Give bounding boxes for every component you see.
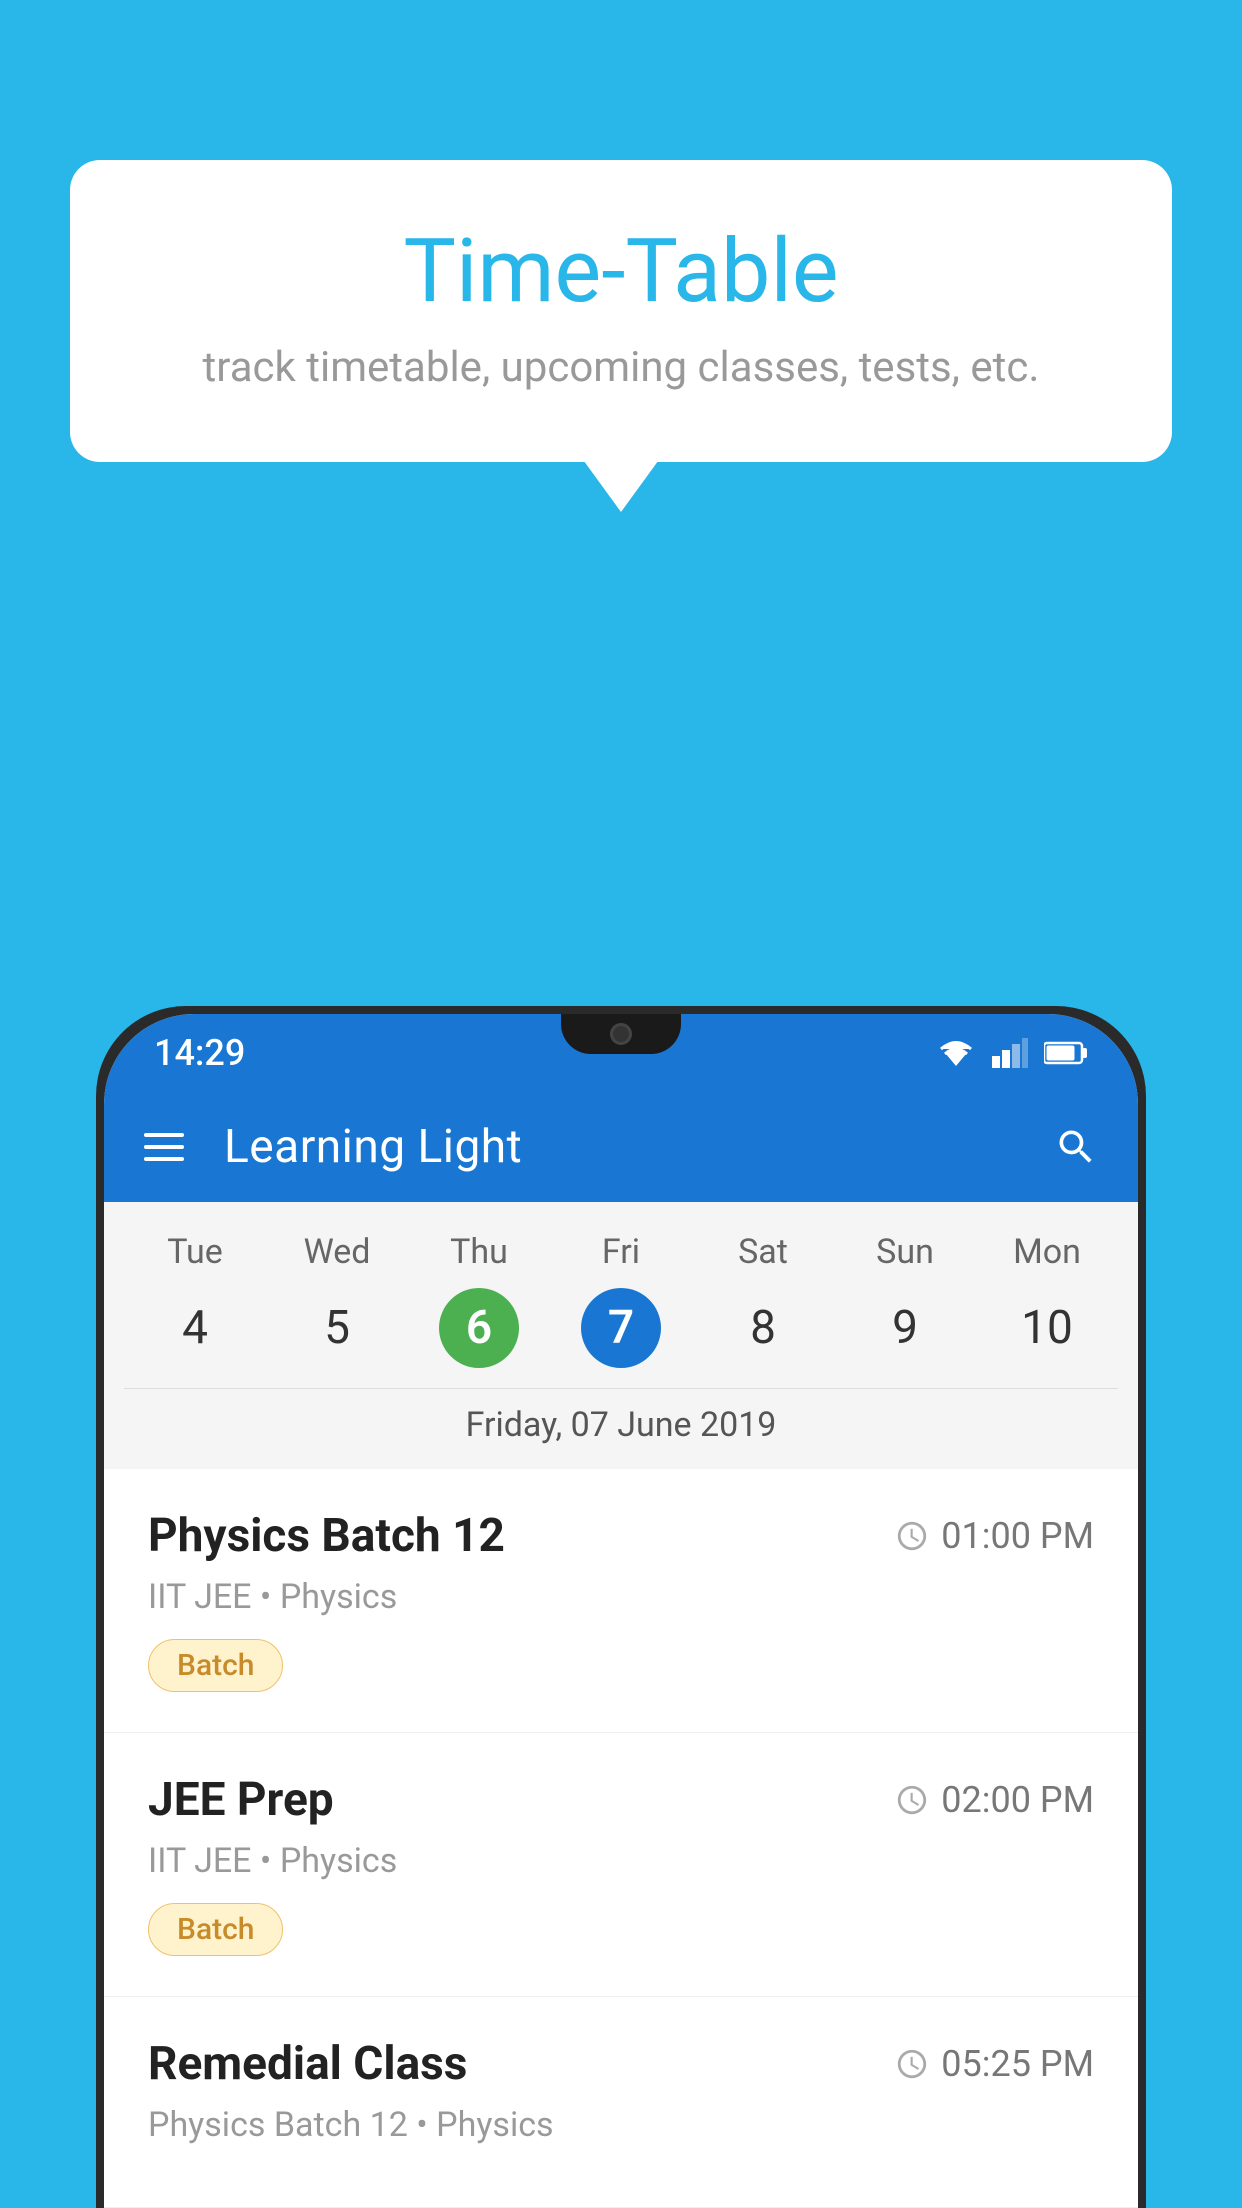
clock-icon-3	[895, 2047, 929, 2081]
clock-icon-2	[895, 1783, 929, 1817]
day-10[interactable]: 10	[1007, 1288, 1087, 1368]
schedule-item-3-time: 05:25 PM	[895, 2043, 1094, 2085]
day-6-today[interactable]: 6	[439, 1288, 519, 1368]
day-5[interactable]: 5	[297, 1288, 377, 1368]
schedule-item-1-header: Physics Batch 12 01:00 PM	[148, 1509, 1094, 1563]
day-7-selected[interactable]: 7	[581, 1288, 661, 1368]
phone-border: 14:29	[96, 1006, 1146, 2208]
phone-mockup: 14:29	[96, 1006, 1146, 2208]
status-bar: 14:29	[104, 1014, 1138, 1092]
day-4[interactable]: 4	[155, 1288, 235, 1368]
day-8[interactable]: 8	[723, 1288, 803, 1368]
hamburger-menu-icon[interactable]	[144, 1133, 184, 1161]
batch-badge-1: Batch	[148, 1639, 283, 1692]
phone-body: 14:29	[104, 1014, 1138, 2208]
schedule-item-2-time: 02:00 PM	[895, 1779, 1094, 1821]
day-header-wed: Wed	[266, 1232, 408, 1272]
hero-card: Time-Table track timetable, upcoming cla…	[70, 160, 1172, 462]
selected-date-label: Friday, 07 June 2019	[124, 1388, 1118, 1469]
schedule-item-1[interactable]: Physics Batch 12 01:00 PM IIT JEE • Phys…	[104, 1469, 1138, 1733]
day-header-sat: Sat	[692, 1232, 834, 1272]
schedule-item-3[interactable]: Remedial Class 05:25 PM Physics Batch 12…	[104, 1997, 1138, 2208]
schedule-item-2-header: JEE Prep 02:00 PM	[148, 1773, 1094, 1827]
status-time: 14:29	[154, 1032, 245, 1074]
wifi-icon	[936, 1038, 976, 1068]
schedule-item-3-header: Remedial Class 05:25 PM	[148, 2037, 1094, 2091]
schedule-item-1-title: Physics Batch 12	[148, 1509, 505, 1563]
schedule-item-1-time: 01:00 PM	[895, 1515, 1094, 1557]
battery-icon	[1044, 1039, 1088, 1067]
schedule-list: Physics Batch 12 01:00 PM IIT JEE • Phys…	[104, 1469, 1138, 2208]
day-headers: Tue Wed Thu Fri Sat Sun Mon	[124, 1232, 1118, 1272]
clock-icon-1	[895, 1519, 929, 1553]
phone-screen: 14:29	[104, 1014, 1138, 2208]
day-header-sun: Sun	[834, 1232, 976, 1272]
hero-title: Time-Table	[150, 220, 1092, 323]
schedule-item-2-title: JEE Prep	[148, 1773, 334, 1827]
schedule-item-3-title: Remedial Class	[148, 2037, 467, 2091]
search-icon[interactable]	[1054, 1125, 1098, 1169]
status-icons	[936, 1038, 1088, 1068]
day-header-fri: Fri	[550, 1232, 692, 1272]
calendar-strip: Tue Wed Thu Fri Sat Sun Mon 4 5 6 7 8	[104, 1202, 1138, 1469]
camera	[610, 1023, 632, 1045]
day-header-thu: Thu	[408, 1232, 550, 1272]
app-bar-title: Learning Light	[224, 1120, 1014, 1174]
day-9[interactable]: 9	[865, 1288, 945, 1368]
batch-badge-2: Batch	[148, 1903, 283, 1956]
day-header-tue: Tue	[124, 1232, 266, 1272]
signal-icon	[992, 1038, 1028, 1068]
schedule-item-2[interactable]: JEE Prep 02:00 PM IIT JEE • Physics Batc…	[104, 1733, 1138, 1997]
schedule-item-2-subtitle: IIT JEE • Physics	[148, 1841, 1094, 1881]
app-bar: Learning Light	[104, 1092, 1138, 1202]
day-header-mon: Mon	[976, 1232, 1118, 1272]
hero-subtitle: track timetable, upcoming classes, tests…	[150, 343, 1092, 392]
day-numbers: 4 5 6 7 8 9 10	[124, 1288, 1118, 1368]
schedule-item-3-subtitle: Physics Batch 12 • Physics	[148, 2105, 1094, 2145]
notch	[561, 1014, 681, 1054]
schedule-item-1-subtitle: IIT JEE • Physics	[148, 1577, 1094, 1617]
